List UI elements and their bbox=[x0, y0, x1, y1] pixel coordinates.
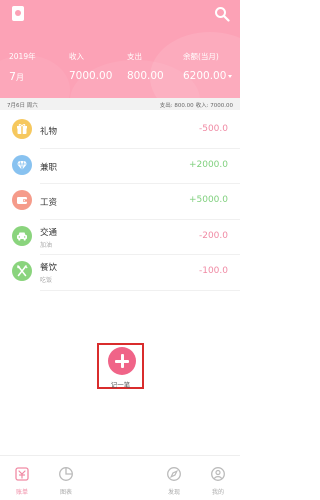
balance-selector[interactable]: 6200.00 bbox=[183, 70, 233, 82]
caret-down-icon bbox=[228, 74, 233, 78]
day-income: 收入: 7000.00 bbox=[195, 103, 233, 109]
add-record-button[interactable]: 记一笔 bbox=[97, 343, 144, 389]
record-item-salary[interactable]: 工资 +5000.0 bbox=[0, 184, 240, 220]
nav-label: 我的 bbox=[211, 489, 224, 496]
day-summary-bar: 7月6日 周六 支出: 800.00 收入: 7000.00 bbox=[0, 98, 240, 110]
record-title: 礼物 bbox=[40, 127, 58, 137]
bottom-nav: 账单 图表 发现 我的 bbox=[0, 455, 240, 500]
nav-item-bill[interactable]: 账单 bbox=[2, 456, 42, 500]
utensils-icon bbox=[12, 261, 32, 281]
record-amount: -200.0 bbox=[198, 230, 228, 241]
notepad-icon[interactable] bbox=[12, 6, 24, 21]
income-value: 7000.00 bbox=[69, 70, 113, 82]
year-label: 2019年 bbox=[9, 52, 36, 61]
month-unit: 月 bbox=[16, 73, 24, 82]
record-title: 交通 bbox=[40, 227, 58, 238]
search-icon[interactable] bbox=[214, 6, 230, 22]
record-list: 礼物 -500.0 兼职 +2000.0 工资 +5000.0 交通 加油 -2… bbox=[0, 113, 240, 291]
nav-item-discover[interactable]: 发现 bbox=[154, 456, 194, 500]
record-item-dining[interactable]: 餐饮 吃饭 -100.0 bbox=[0, 255, 240, 291]
record-item-transport[interactable]: 交通 加油 -200.0 bbox=[0, 220, 240, 255]
day-date: 7月6日 周六 bbox=[7, 103, 38, 109]
add-record-label: 记一笔 bbox=[110, 381, 131, 389]
month-selector[interactable]: 7月 bbox=[9, 70, 24, 83]
balance-value: 6200.00 bbox=[183, 70, 227, 82]
car-icon bbox=[12, 225, 32, 246]
expense-value: 800.00 bbox=[127, 70, 164, 82]
plus-icon bbox=[108, 347, 136, 375]
expense-label: 支出 bbox=[127, 52, 142, 61]
record-title: 兼职 bbox=[40, 162, 58, 173]
nav-label: 发现 bbox=[167, 489, 180, 496]
nav-item-user[interactable]: 我的 bbox=[198, 456, 238, 500]
chart-icon bbox=[59, 467, 73, 481]
record-title: 工资 bbox=[40, 198, 58, 208]
app-root: 2019年 7月 收入 7000.00 支出 800.00 余额(当月) 620… bbox=[0, 0, 240, 500]
record-amount: +5000.0 bbox=[188, 195, 228, 205]
record-amount: +2000.0 bbox=[188, 159, 228, 170]
day-expense: 支出: 800.00 bbox=[159, 103, 194, 109]
income-label: 收入 bbox=[69, 52, 84, 61]
wallet-icon bbox=[12, 190, 32, 210]
nav-item-chart[interactable]: 图表 bbox=[46, 456, 86, 500]
record-title: 餐饮 bbox=[40, 263, 58, 273]
month-number: 7 bbox=[9, 70, 16, 83]
balance-label: 余额(当月) bbox=[183, 52, 219, 61]
day-totals: 支出: 800.00 收入: 7000.00 bbox=[158, 101, 233, 109]
nav-label: 图表 bbox=[59, 489, 72, 496]
nav-label: 账单 bbox=[15, 489, 28, 496]
record-amount: -100.0 bbox=[198, 266, 228, 276]
record-item-gift[interactable]: 礼物 -500.0 bbox=[0, 113, 240, 149]
record-amount: -500.0 bbox=[198, 124, 228, 134]
record-note: 吃饭 bbox=[40, 277, 53, 284]
record-item-parttime[interactable]: 兼职 +2000.0 bbox=[0, 149, 240, 184]
gift-icon bbox=[12, 119, 32, 139]
bill-icon bbox=[15, 467, 29, 481]
record-note: 加油 bbox=[40, 241, 53, 249]
header-panel: 2019年 7月 收入 7000.00 支出 800.00 余额(当月) 620… bbox=[0, 0, 240, 98]
user-icon bbox=[211, 467, 225, 481]
discover-icon bbox=[167, 467, 181, 481]
diamond-icon bbox=[12, 154, 32, 175]
